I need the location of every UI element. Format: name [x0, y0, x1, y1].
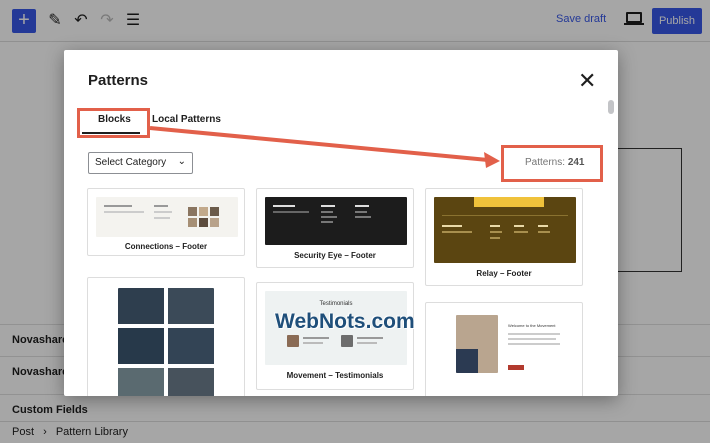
watermark: WebNots.com	[275, 310, 415, 333]
annotation-arrow-icon	[149, 126, 500, 168]
